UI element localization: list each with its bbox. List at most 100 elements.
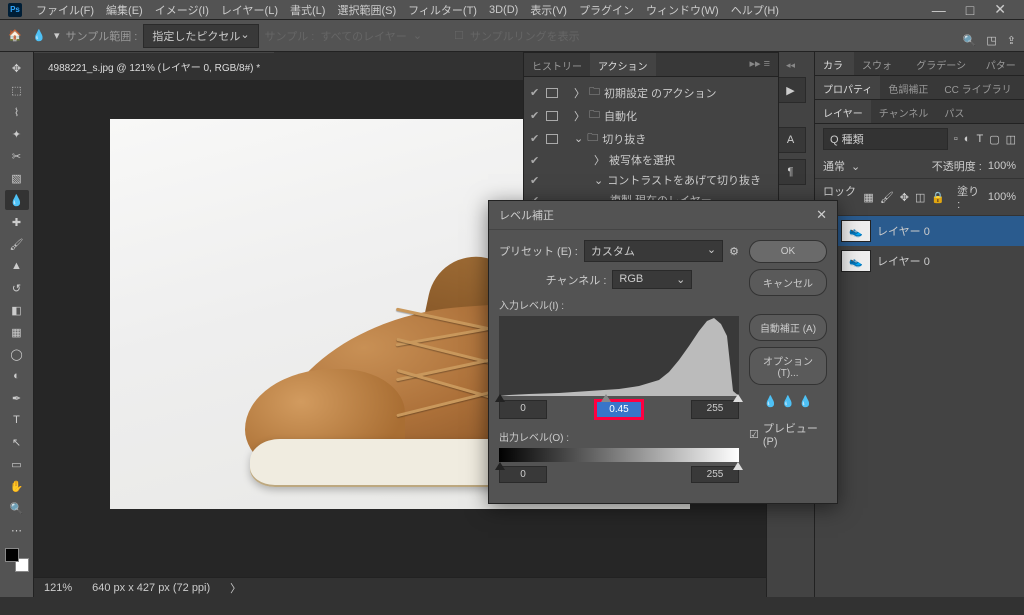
gray-eyedropper-icon[interactable]: 💧 [781, 395, 795, 408]
channels-tab[interactable]: チャンネル [871, 100, 937, 123]
window-restore[interactable]: □ [956, 2, 984, 18]
paragraph-panel-icon[interactable]: ¶ [776, 159, 806, 185]
blur-tool[interactable]: ◯ [5, 344, 29, 364]
shadow-input[interactable]: 0 [499, 400, 547, 419]
document-tab[interactable]: 4988221_s.jpg @ 121% (レイヤー 0, RGB/8#) * [34, 52, 274, 80]
lasso-tool[interactable]: ⌇ [5, 102, 29, 122]
black-eyedropper-icon[interactable]: 💧 [763, 395, 777, 408]
auto-button[interactable]: 自動補正 (A) [749, 314, 827, 341]
menu-layer[interactable]: レイヤー(L) [215, 2, 284, 18]
cancel-button[interactable]: キャンセル [749, 269, 827, 296]
preview-checkbox[interactable]: ☑ [749, 428, 759, 441]
highlight-input[interactable]: 255 [691, 400, 739, 419]
layer-item-0-copy[interactable]: 👁 👟 レイヤー 0 [815, 216, 1024, 246]
window-close[interactable]: ✕ [984, 1, 1016, 18]
filter-type-icon[interactable]: T [976, 133, 983, 145]
gear-icon[interactable]: ⚙ [729, 245, 739, 258]
path-tool[interactable]: ↖ [5, 432, 29, 452]
layer-name[interactable]: レイヤー 0 [877, 223, 930, 239]
shadow-slider[interactable] [495, 394, 505, 402]
midtone-input[interactable]: 0.45 [595, 400, 643, 419]
midtone-slider[interactable] [601, 394, 611, 402]
history-tab[interactable]: ヒストリー [524, 53, 590, 76]
window-minimize[interactable]: ― [922, 2, 956, 18]
hand-tool[interactable]: ✋ [5, 476, 29, 496]
output-black-input[interactable]: 0 [499, 466, 547, 483]
layer-item-0[interactable]: 👁 👟 レイヤー 0 [815, 246, 1024, 276]
workspace-icon[interactable]: ◳ [986, 34, 996, 47]
sample-range-select[interactable]: 指定したピクセル ⌄ [143, 24, 258, 48]
fill-value[interactable]: 100% [988, 191, 1016, 203]
edit-toolbar[interactable]: ⋯ [5, 520, 29, 540]
eyedropper-tool[interactable]: 💧 [5, 190, 29, 210]
gradient-tab[interactable]: グラデーション [908, 52, 977, 75]
filter-smart-icon[interactable]: ◫ [1006, 133, 1016, 146]
lock-paint-icon[interactable]: 🖌 [880, 191, 894, 204]
zoom-level[interactable]: 121% [44, 582, 72, 594]
crop-tool[interactable]: ✂ [5, 146, 29, 166]
lock-pos-icon[interactable]: ✥ [900, 191, 909, 204]
adjustments-tab[interactable]: 色調補正 [880, 76, 936, 99]
actions-tab[interactable]: アクション [590, 53, 656, 76]
menu-filter[interactable]: フィルター(T) [402, 2, 483, 18]
properties-tab[interactable]: プロパティ [815, 76, 880, 99]
lock-all-icon[interactable]: 🔒 [931, 191, 945, 204]
layers-tab[interactable]: レイヤー [815, 100, 871, 123]
filter-shape-icon[interactable]: ▢ [989, 133, 999, 146]
marquee-tool[interactable]: ⬚ [5, 80, 29, 100]
histogram[interactable] [499, 316, 739, 396]
action-set-auto[interactable]: 自動化 [604, 108, 637, 124]
cclib-tab[interactable]: CC ライブラリ [936, 76, 1019, 99]
opacity-value[interactable]: 100% [988, 160, 1016, 172]
preset-select[interactable]: カスタム⌄ [584, 240, 723, 262]
search-icon[interactable]: 🔍 [963, 34, 977, 47]
dodge-tool[interactable]: ◐ [5, 366, 29, 386]
stamp-tool[interactable]: ▲ [5, 256, 29, 276]
share-icon[interactable]: ⇪ [1007, 34, 1016, 47]
panel-collapse-icon[interactable]: ▸▸ ≡ [741, 53, 778, 76]
action-select-subject[interactable]: 被写体を選択 [609, 152, 675, 168]
layer-name[interactable]: レイヤー 0 [877, 253, 930, 269]
eyedropper-icon[interactable]: 💧 [30, 27, 48, 45]
menu-file[interactable]: ファイル(F) [30, 2, 100, 18]
menu-view[interactable]: 表示(V) [524, 2, 573, 18]
output-white-input[interactable]: 255 [691, 466, 739, 483]
white-eyedropper-icon[interactable]: 💧 [799, 395, 813, 408]
type-panel-icon[interactable]: A [776, 127, 806, 153]
zoom-tool[interactable]: 🔍 [5, 498, 29, 518]
channel-select[interactable]: RGB⌄ [612, 270, 692, 289]
type-tool[interactable]: T [5, 410, 29, 430]
move-tool[interactable]: ✥ [5, 58, 29, 78]
wand-tool[interactable]: ✦ [5, 124, 29, 144]
dialog-close-icon[interactable]: ✕ [816, 207, 827, 223]
lock-trans-icon[interactable]: ▦ [863, 191, 873, 204]
swatch-tab[interactable]: スウォッチ [854, 52, 908, 75]
menu-image[interactable]: イメージ(I) [149, 2, 215, 18]
eraser-tool[interactable]: ◧ [5, 300, 29, 320]
brush-tool[interactable]: 🖌 [5, 234, 29, 254]
pattern-tab[interactable]: パターン [978, 52, 1024, 75]
history-brush-tool[interactable]: ↺ [5, 278, 29, 298]
home-icon[interactable]: 🏠 [6, 27, 24, 45]
menu-plugin[interactable]: プラグイン [573, 2, 640, 18]
heal-tool[interactable]: ✚ [5, 212, 29, 232]
options-button[interactable]: オプション(T)... [749, 347, 827, 385]
filter-pixel-icon[interactable]: ▫ [954, 133, 958, 145]
paths-tab[interactable]: パス [936, 100, 972, 123]
menu-edit[interactable]: 編集(E) [100, 2, 149, 18]
layer-filter[interactable]: Q 種類 [823, 128, 948, 150]
frame-tool[interactable]: ▧ [5, 168, 29, 188]
ok-button[interactable]: OK [749, 240, 827, 263]
menu-window[interactable]: ウィンドウ(W) [640, 2, 725, 18]
output-gradient[interactable] [499, 448, 739, 462]
output-shadow-slider[interactable] [495, 462, 505, 470]
pen-tool[interactable]: ✒ [5, 388, 29, 408]
color-swatch[interactable] [5, 548, 29, 572]
highlight-slider[interactable] [733, 394, 743, 402]
action-set-crop[interactable]: 切り抜き [602, 131, 646, 147]
menu-select[interactable]: 選択範囲(S) [331, 2, 402, 18]
menu-help[interactable]: ヘルプ(H) [725, 2, 785, 18]
play-panel-icon[interactable]: ▶ [776, 77, 806, 103]
lock-nest-icon[interactable]: ◫ [915, 191, 925, 204]
menu-3d[interactable]: 3D(D) [483, 4, 524, 16]
